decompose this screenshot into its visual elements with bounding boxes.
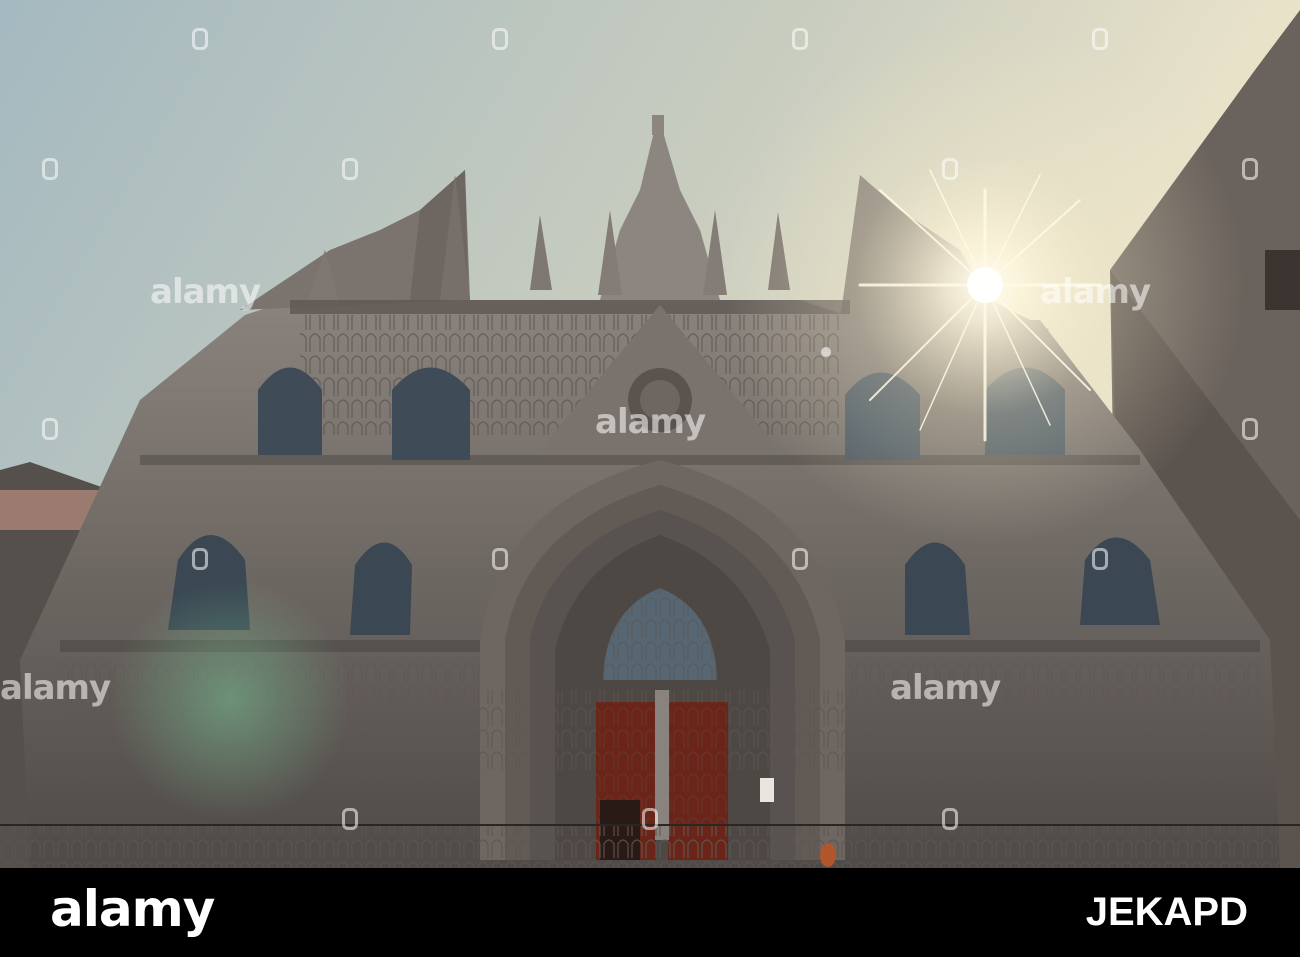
watermark-icon xyxy=(942,158,958,180)
watermark-icon xyxy=(492,548,508,570)
watermark-icon xyxy=(642,808,658,830)
watermark-icon xyxy=(1242,158,1258,180)
watermark-icon xyxy=(792,28,808,50)
watermark-text: alamy xyxy=(0,668,111,708)
watermark-icon xyxy=(192,548,208,570)
watermark-text: alamy xyxy=(890,668,1001,708)
watermark-icon xyxy=(42,418,58,440)
watermark-text: alamy xyxy=(595,402,706,442)
watermark-icon xyxy=(192,28,208,50)
watermark-icon xyxy=(492,28,508,50)
watermark-icon xyxy=(1092,548,1108,570)
photo: alamy alamy alamy alamy alamy xyxy=(0,0,1300,868)
watermark-icon xyxy=(1092,28,1108,50)
watermark-icon xyxy=(1242,418,1258,440)
watermark-icon xyxy=(942,808,958,830)
alamy-logo: alamy xyxy=(50,880,215,938)
watermark-icon xyxy=(42,158,58,180)
watermark-text: alamy xyxy=(150,272,261,312)
watermark-icon xyxy=(342,158,358,180)
footer-bar: alamy JEKAPD xyxy=(0,868,1300,957)
stock-photo-page: alamy alamy alamy alamy alamy alamy JEKA… xyxy=(0,0,1300,957)
watermark-icon xyxy=(342,808,358,830)
image-id: JEKAPD xyxy=(1085,890,1248,934)
watermark-text: alamy xyxy=(1040,272,1151,312)
watermark-icon xyxy=(792,548,808,570)
